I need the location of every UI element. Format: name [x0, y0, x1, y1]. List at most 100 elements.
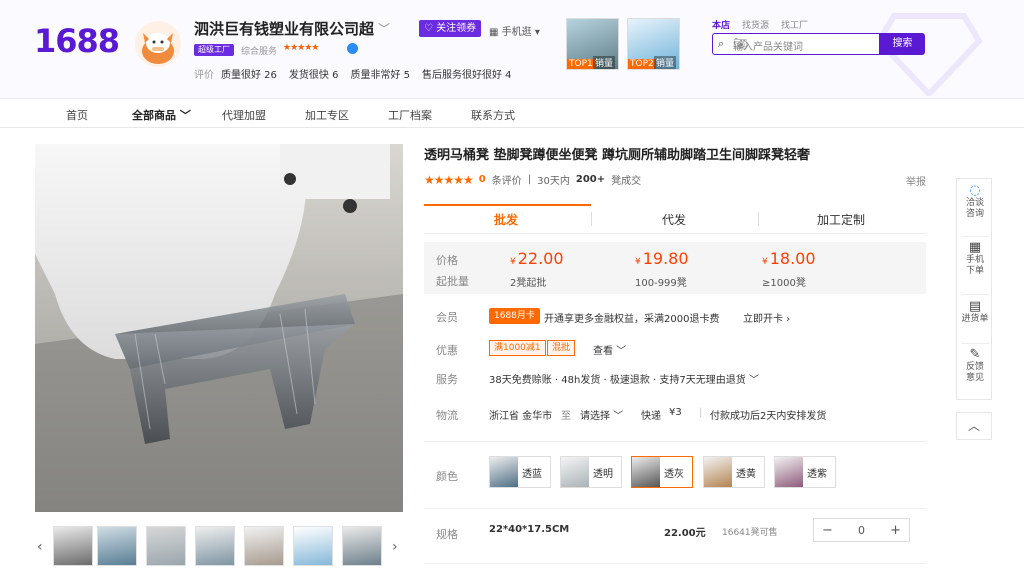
ship-to-select[interactable]: 请选择 ﹀: [580, 407, 623, 422]
shop-name[interactable]: 泗洪巨有钱塑业有限公司超: [194, 18, 374, 39]
tab-find-factory[interactable]: 找工厂: [781, 18, 808, 31]
nav-item-agency[interactable]: 代理加盟: [222, 107, 266, 123]
sidebar-item-chat[interactable]: ◌ 洽谈 咨询: [957, 184, 993, 220]
site-logo[interactable]: 1688: [34, 22, 120, 60]
nav-item-processing[interactable]: 加工专区: [305, 107, 349, 123]
member-text: 开通享更多金融权益，采满2000退卡费: [544, 314, 720, 325]
eval-tag: 发货很快 6: [288, 70, 339, 81]
swatch: [775, 457, 803, 487]
main-product-image[interactable]: [35, 144, 403, 512]
list-icon: ▤: [968, 299, 982, 314]
spec-stock: 16641凳可售: [722, 528, 778, 538]
top-badge: TOP1: [567, 59, 595, 69]
service-label: 服务: [436, 373, 458, 386]
color-name: 透黄: [736, 468, 756, 480]
shop-avatar[interactable]: [135, 21, 181, 67]
mobile-browse-link[interactable]: ▦ 手机逛 ▾: [489, 23, 540, 38]
tab-find-source[interactable]: 找货源: [742, 18, 769, 31]
price-tier-1: ¥22.00: [510, 249, 564, 268]
sales-count: 200+: [575, 174, 606, 185]
sales-unit: 凳成交: [611, 176, 642, 187]
divider: |: [699, 407, 703, 418]
floating-sidebar: ◌ 洽谈 咨询 ▦ 手机 下单 ▤ 进货单 ✎ 反馈 意见: [956, 178, 992, 400]
chevron-down-icon[interactable]: ﹀: [378, 20, 390, 37]
chevron-right-icon[interactable]: ›: [392, 539, 398, 555]
plus-icon[interactable]: +: [890, 523, 901, 538]
top-product-thumb[interactable]: TOP1 销量: [566, 18, 619, 70]
top-header: 1688 泗洪巨有钱塑业有限公司超 ﹀ 超级工厂 综合服务 ★★★★★ 评价 质…: [0, 0, 1024, 98]
view-discount-link[interactable]: 查看 ﹀: [593, 342, 626, 357]
nav-item-contact[interactable]: 联系方式: [471, 107, 515, 123]
eval-tag: 质量很好 26: [221, 70, 277, 81]
eval-label: 评价: [194, 70, 214, 81]
divider: [591, 212, 592, 226]
service-label: 综合服务: [241, 47, 278, 57]
eval-tag: 质量非常好 5: [350, 70, 410, 81]
review-label: 条评价: [491, 176, 522, 187]
select-value: 请选择: [580, 411, 610, 422]
sidebar-label: 手机 下单: [965, 255, 984, 276]
heart-icon: ♡: [424, 23, 437, 34]
swatch: [704, 457, 732, 487]
top-product-thumb[interactable]: TOP2 销量: [627, 18, 680, 70]
quantity-value[interactable]: 0: [858, 524, 865, 537]
color-option[interactable]: 透灰: [631, 456, 693, 488]
moq-label: 起批量: [436, 275, 469, 288]
discount-tag: 混批: [547, 340, 576, 356]
color-option[interactable]: 透黄: [703, 456, 765, 488]
color-option[interactable]: 透蓝: [489, 456, 551, 488]
sidebar-label: 洽谈 咨询: [965, 198, 984, 219]
tab-dropship[interactable]: 代发: [662, 211, 686, 228]
report-link[interactable]: 举报: [906, 173, 926, 188]
nav-item-factory-profile[interactable]: 工厂档案: [388, 107, 432, 123]
service-text[interactable]: 38天免费赊账 · 48h发货 · 极速退款 · 支持7天无理由退货 ﹀: [489, 371, 759, 386]
gallery-thumb[interactable]: [146, 526, 186, 566]
eval-tags: 质量很好 26 发货很快 6 质量非常好 5 售后服务很好很好 4: [221, 66, 512, 81]
chevron-left-icon[interactable]: ‹: [37, 539, 43, 555]
color-name: 透蓝: [522, 468, 542, 480]
link-label: 查看: [593, 346, 613, 357]
gallery-thumb[interactable]: [244, 526, 284, 566]
tab-custom[interactable]: 加工定制: [817, 211, 865, 228]
ship-from: 浙江省 金华市: [489, 411, 553, 422]
edit-icon: ✎: [969, 347, 981, 362]
nav-item-all-products[interactable]: 全部商品 ﹀: [132, 107, 191, 123]
gallery-thumb[interactable]: [195, 526, 235, 566]
sidebar-label: 进货单: [961, 314, 989, 324]
tab-this-shop[interactable]: 本店: [712, 18, 730, 31]
open-card-link[interactable]: 立即开卡 ›: [743, 310, 790, 325]
search-input[interactable]: ⌕ 输入产品关键词 📷︎: [712, 33, 880, 55]
qr-icon: ▦: [968, 240, 982, 255]
gallery-thumb[interactable]: [293, 526, 333, 566]
price-value: 22.00: [517, 249, 564, 268]
scroll-top-button[interactable]: ︿: [956, 412, 992, 440]
service-stars: ★★★★★: [283, 43, 319, 53]
sidebar-item-cart[interactable]: ▤ 进货单: [957, 299, 993, 325]
camera-icon[interactable]: 📷︎: [733, 37, 873, 50]
express-label: 快递: [641, 411, 661, 422]
sidebar-item-feedback[interactable]: ✎ 反馈 意见: [957, 347, 993, 384]
gallery-thumb[interactable]: [342, 526, 382, 566]
divider: [424, 563, 926, 564]
qty-tier-1: 2凳起批: [510, 278, 547, 289]
divider: [961, 236, 989, 237]
spec-price: 22.00元: [664, 528, 706, 539]
color-option[interactable]: 透明: [560, 456, 622, 488]
tab-wholesale[interactable]: 批发: [494, 211, 518, 228]
gallery-thumb[interactable]: [53, 526, 93, 566]
divider: [424, 441, 926, 442]
sidebar-item-mobile-order[interactable]: ▦ 手机 下单: [957, 240, 993, 277]
color-option[interactable]: 透紫: [774, 456, 836, 488]
search-button[interactable]: 搜索: [880, 33, 925, 55]
minus-icon[interactable]: −: [822, 523, 833, 538]
purchase-mode-tabs: 批发 代发 加工定制: [424, 204, 926, 234]
sales-period: 30天内: [537, 176, 570, 187]
review-count[interactable]: 0: [479, 174, 486, 185]
nav-item-home[interactable]: 首页: [66, 107, 88, 123]
follow-shop-button[interactable]: ♡ 关注领券: [419, 20, 482, 37]
price-tier-3: ¥18.00: [762, 249, 816, 268]
quantity-stepper[interactable]: − 0 +: [813, 518, 910, 542]
express-fee: ¥3: [669, 407, 682, 418]
qty-tier-2: 100-999凳: [635, 278, 687, 289]
gallery-thumb[interactable]: [97, 526, 137, 566]
